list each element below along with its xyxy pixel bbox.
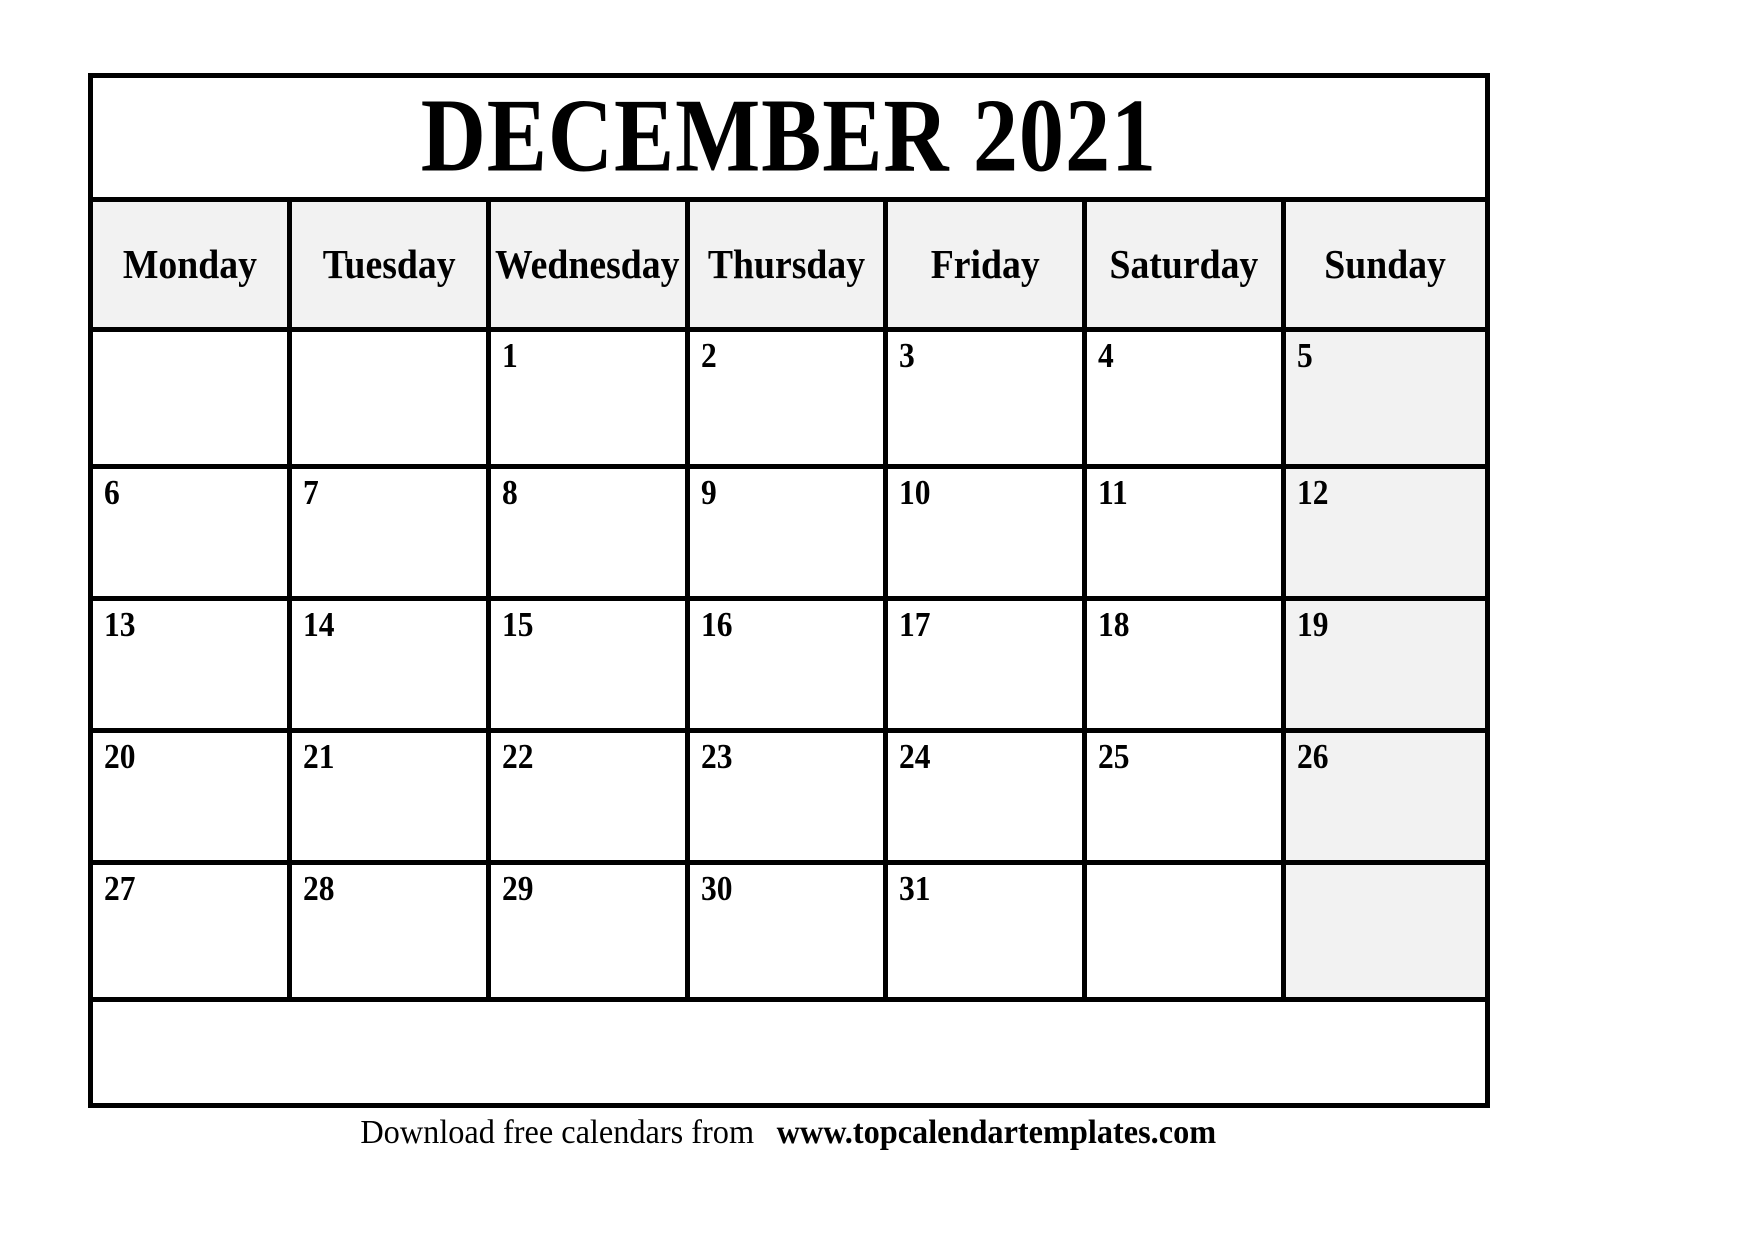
- day-cell[interactable]: 6: [93, 469, 292, 601]
- date-number: 19: [1297, 605, 1329, 644]
- page-title: DECEMBER 2021: [420, 78, 1158, 194]
- weekday-header-friday: Friday: [888, 202, 1088, 332]
- date-number: 11: [1098, 473, 1129, 512]
- weekday-header-monday: Monday: [93, 202, 292, 332]
- footer-prefix-text: Download free calendars from: [360, 1114, 755, 1151]
- day-cell[interactable]: 11: [1087, 469, 1287, 601]
- date-number: 17: [899, 605, 931, 644]
- day-cell[interactable]: 20: [93, 733, 292, 865]
- date-number: 24: [899, 737, 931, 776]
- date-number: 9: [700, 473, 717, 512]
- date-number: 22: [501, 737, 534, 776]
- footer-attribution: Download free calendars from www.topcale…: [88, 1114, 1490, 1151]
- day-cell[interactable]: 29: [490, 865, 690, 1002]
- day-cell[interactable]: 3: [888, 332, 1088, 469]
- date-number: 23: [700, 737, 733, 776]
- weekday-header-tuesday: Tuesday: [291, 202, 491, 332]
- day-cell[interactable]: 9: [689, 469, 889, 601]
- day-cell[interactable]: 23: [689, 733, 889, 865]
- date-number: 16: [700, 605, 733, 644]
- weekday-label: Saturday: [1109, 241, 1259, 287]
- day-cell[interactable]: [291, 332, 491, 469]
- day-cell[interactable]: 8: [490, 469, 690, 601]
- day-cell[interactable]: 7: [291, 469, 491, 601]
- date-number: 14: [302, 605, 335, 644]
- day-cell[interactable]: [1087, 865, 1287, 1002]
- calendar-title-bar: DECEMBER 2021: [93, 78, 1485, 202]
- date-number: 2: [700, 336, 717, 375]
- date-number: 18: [1098, 605, 1130, 644]
- weekday-label: Monday: [122, 241, 257, 287]
- day-cell[interactable]: 30: [689, 865, 889, 1002]
- day-cell[interactable]: 19: [1286, 601, 1485, 733]
- day-cell[interactable]: 10: [888, 469, 1088, 601]
- weekday-header-wednesday: Wednesday: [490, 202, 690, 332]
- day-cell[interactable]: 21: [291, 733, 491, 865]
- day-cell[interactable]: 12: [1286, 469, 1485, 601]
- day-cell[interactable]: 2: [689, 332, 889, 469]
- date-number: 4: [1098, 336, 1115, 375]
- calendar-frame: DECEMBER 2021 Monday Tuesday Wednesday T…: [88, 73, 1490, 1108]
- day-cell[interactable]: 25: [1087, 733, 1287, 865]
- calendar-page: DECEMBER 2021 Monday Tuesday Wednesday T…: [0, 0, 1754, 1240]
- day-cell[interactable]: 18: [1087, 601, 1287, 733]
- date-number: 10: [899, 473, 931, 512]
- date-number: 12: [1297, 473, 1329, 512]
- date-number: 8: [501, 473, 518, 512]
- date-number: 29: [501, 869, 534, 908]
- date-number: 26: [1297, 737, 1329, 776]
- day-cell[interactable]: 14: [291, 601, 491, 733]
- day-cell[interactable]: 17: [888, 601, 1088, 733]
- weekday-header-saturday: Saturday: [1087, 202, 1287, 332]
- day-cell[interactable]: 15: [490, 601, 690, 733]
- date-number: 5: [1297, 336, 1313, 375]
- day-cell[interactable]: 4: [1087, 332, 1287, 469]
- day-cell[interactable]: 5: [1286, 332, 1485, 469]
- day-cell[interactable]: [1286, 865, 1485, 1002]
- date-number: 6: [104, 473, 120, 512]
- date-number: 20: [104, 737, 136, 776]
- weekday-header-sunday: Sunday: [1286, 202, 1485, 332]
- date-number: 27: [104, 869, 136, 908]
- day-cell[interactable]: 26: [1286, 733, 1485, 865]
- weekday-label: Sunday: [1324, 241, 1447, 287]
- date-number: 31: [899, 869, 931, 908]
- date-number: 1: [501, 336, 518, 375]
- date-number: 25: [1098, 737, 1130, 776]
- weekday-label: Tuesday: [322, 241, 456, 287]
- day-cell[interactable]: 22: [490, 733, 690, 865]
- date-number: 28: [302, 869, 335, 908]
- weekday-header-thursday: Thursday: [689, 202, 889, 332]
- weekday-label: Friday: [930, 241, 1040, 287]
- weekday-label: Wednesday: [495, 241, 680, 287]
- day-cell[interactable]: 27: [93, 865, 292, 1002]
- date-number: 21: [302, 737, 335, 776]
- day-cell[interactable]: 28: [291, 865, 491, 1002]
- calendar-grid: Monday Tuesday Wednesday Thursday Friday…: [93, 202, 1485, 1103]
- date-number: 30: [700, 869, 733, 908]
- date-number: 15: [501, 605, 534, 644]
- day-cell[interactable]: 13: [93, 601, 292, 733]
- day-cell[interactable]: 24: [888, 733, 1088, 865]
- date-number: 13: [104, 605, 136, 644]
- day-cell[interactable]: 16: [689, 601, 889, 733]
- weekday-label: Thursday: [707, 241, 866, 287]
- date-number: 3: [899, 336, 916, 375]
- footer-website-url[interactable]: www.topcalendartemplates.com: [776, 1114, 1216, 1151]
- day-cell[interactable]: [93, 332, 292, 469]
- day-cell[interactable]: 31: [888, 865, 1088, 1002]
- day-cell[interactable]: 1: [490, 332, 690, 469]
- date-number: 7: [302, 473, 319, 512]
